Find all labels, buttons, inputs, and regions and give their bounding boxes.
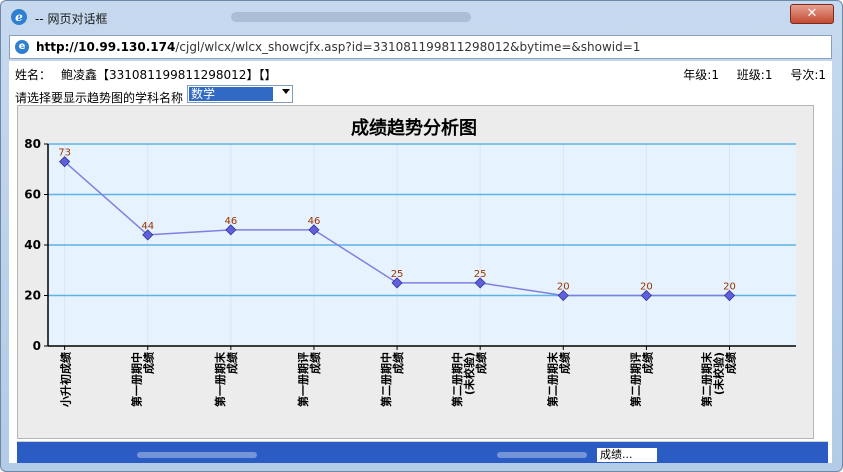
x-tick-label: 成绩	[391, 352, 405, 374]
x-tick-label: 成绩	[640, 352, 654, 374]
window-title: -- 网页对话框	[35, 12, 108, 26]
trend-chart: 成绩趋势分析图 0 20 40 60 80 73 44 46 46 25 25 20 20 20 小升初成绩…	[24, 117, 796, 408]
bottom-field: 成绩...	[597, 448, 657, 462]
y-tick-label: 0	[33, 339, 41, 353]
name-value: 鲍凌鑫【331081199811298012】【】	[61, 68, 277, 82]
data-label: 25	[391, 269, 404, 280]
url-host: http://10.99.130.174	[36, 40, 176, 54]
x-tick-label: 成绩	[557, 352, 571, 374]
dialog-window: e -- 网页对话框 ✕ e http://10.99.130.174/cjgl…	[0, 0, 843, 472]
blurred-header-text	[137, 452, 257, 458]
data-label: 20	[723, 282, 736, 293]
x-tick-label: 成绩	[474, 352, 488, 374]
subject-select[interactable]: 数学	[187, 85, 293, 103]
address-url: http://10.99.130.174/cjgl/wlcx/wlcx_show…	[36, 40, 640, 54]
chart-title: 成绩趋势分析图	[351, 117, 477, 139]
y-tick-label: 20	[24, 289, 41, 303]
grade-text: 年级:1	[683, 68, 719, 82]
subject-select-label: 请选择要显示趋势图的学科名称	[15, 91, 184, 105]
name-label: 姓名：	[15, 68, 52, 82]
close-button[interactable]: ✕	[790, 4, 834, 24]
x-tick-label: 第二册期评	[628, 352, 642, 407]
ie-logo-icon: e	[11, 9, 27, 25]
data-label: 20	[640, 282, 653, 293]
x-tick-label: 小升初成绩	[59, 352, 73, 408]
number-text: 号次:1	[790, 68, 826, 82]
address-bar[interactable]: e http://10.99.130.174/cjgl/wlcx/wlcx_sh…	[9, 35, 832, 59]
data-label: 44	[141, 221, 154, 232]
x-tick-label: (未校验)	[462, 352, 476, 395]
data-label: 46	[308, 216, 321, 227]
blurred-header-text-2	[497, 452, 587, 458]
data-label: 73	[58, 148, 71, 159]
blurred-title-text	[231, 12, 471, 22]
title-bar[interactable]: e -- 网页对话框 ✕	[1, 1, 842, 33]
student-info-row: 姓名： 鲍凌鑫【331081199811298012】【】 年级:1 班级:1 号…	[9, 63, 832, 83]
x-tick-label: 成绩	[724, 352, 738, 374]
x-tick-label: 第二册期末	[545, 351, 559, 407]
x-tick-label: 第二册期中	[450, 352, 464, 407]
student-name: 姓名： 鲍凌鑫【331081199811298012】【】	[15, 66, 276, 83]
x-tick-label: 第一册期末	[213, 351, 227, 407]
data-label: 46	[224, 216, 237, 227]
trend-chart-panel: 成绩趋势分析图 0 20 40 60 80 73 44 46 46 25 25 20 20 20 小升初成绩…	[17, 105, 814, 439]
y-tick-label: 60	[24, 188, 41, 202]
data-label: 25	[474, 269, 487, 280]
x-tick-label: 第一册期评	[296, 352, 310, 407]
page-icon: e	[15, 40, 29, 54]
x-tick-label: 第一册期中	[130, 352, 144, 407]
y-tick-label: 40	[24, 238, 41, 252]
y-tick-label: 80	[24, 137, 41, 151]
x-tick-label: 成绩	[308, 352, 322, 374]
data-label: 20	[557, 282, 570, 293]
student-meta: 年级:1 班级:1 号次:1	[683, 66, 826, 83]
url-path: /cjgl/wlcx/wlcx_showcjfx.asp?id=33108119…	[175, 40, 641, 54]
x-tick-label: 第二册期末	[700, 351, 714, 407]
page-content: 姓名： 鲍凌鑫【331081199811298012】【】 年级:1 班级:1 号…	[9, 61, 832, 463]
class-text: 班级:1	[736, 68, 773, 82]
x-tick-label: 成绩	[142, 352, 156, 374]
x-tick-label: 第二册期中	[379, 352, 393, 407]
subject-selected-value: 数学	[189, 87, 273, 101]
x-tick-label: (未校验)	[712, 352, 726, 395]
chevron-down-icon[interactable]	[282, 89, 290, 94]
x-tick-label: 成绩	[225, 352, 239, 374]
bottom-table-header: 成绩...	[17, 441, 828, 463]
